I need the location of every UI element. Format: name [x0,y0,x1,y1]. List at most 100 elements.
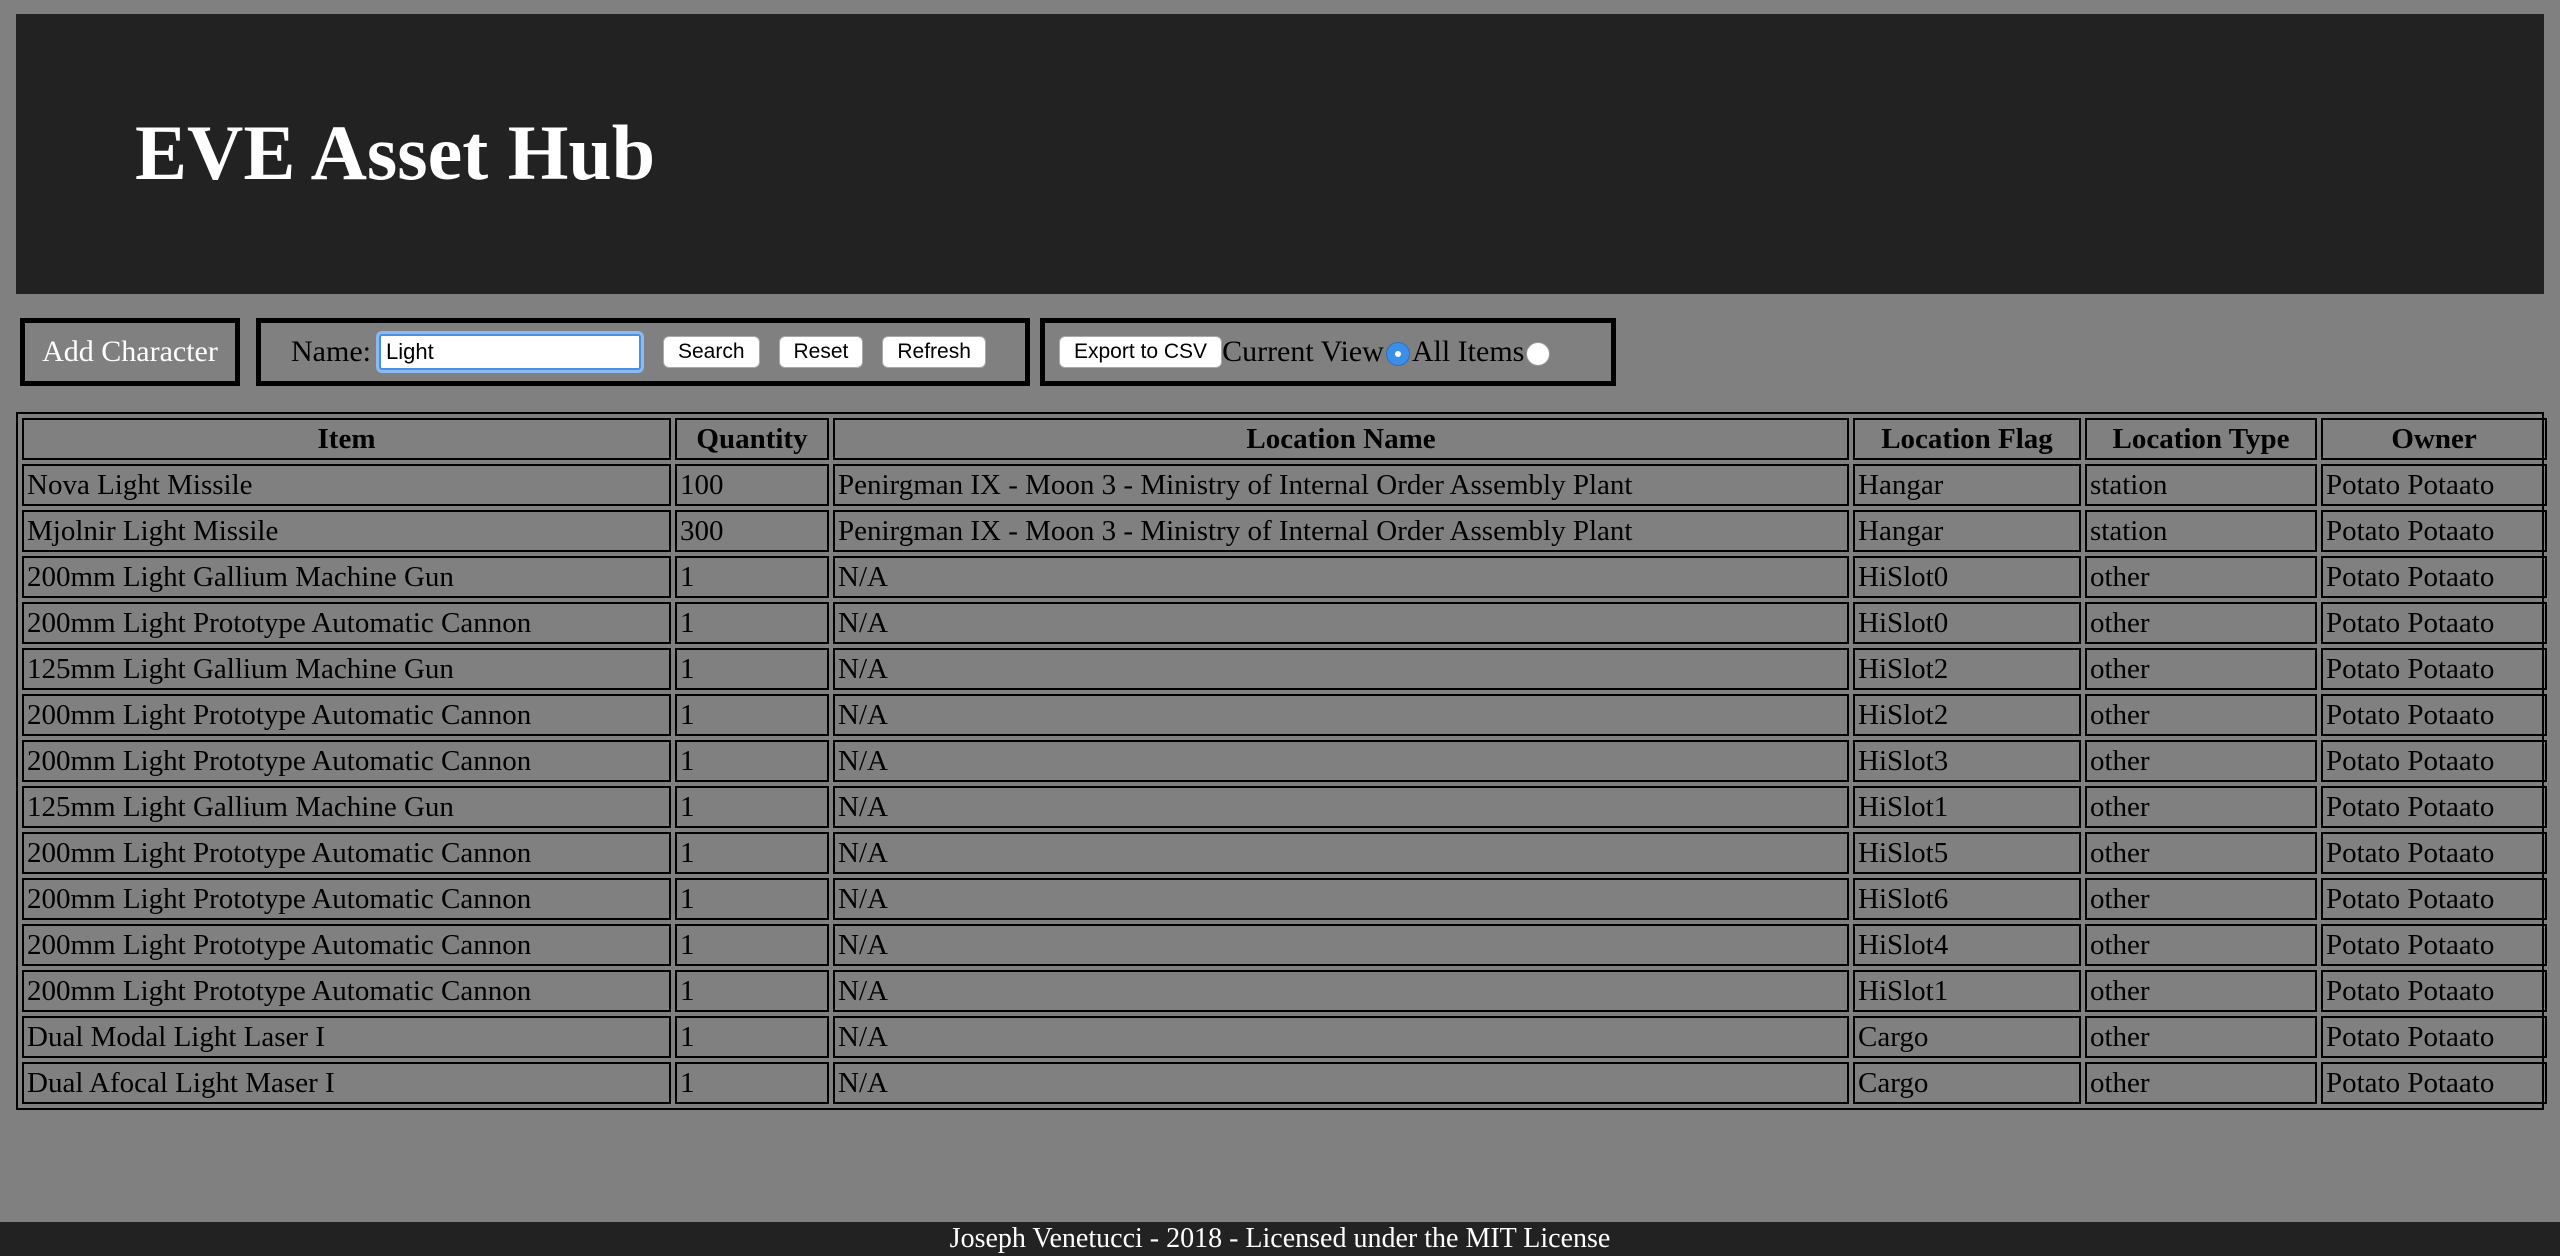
cell-location-type: other [2085,786,2317,828]
cell-owner: Potato Potaato [2321,878,2547,920]
cell-location-name: Penirgman IX - Moon 3 - Ministry of Inte… [833,464,1849,506]
cell-location-type: other [2085,694,2317,736]
add-character-button[interactable]: Add Character [20,318,240,386]
cell-location-type: other [2085,648,2317,690]
current-view-radio[interactable] [1385,342,1410,366]
cell-location-name: N/A [833,832,1849,874]
cell-quantity: 300 [675,510,829,552]
site-header: EVE Asset Hub [16,14,2544,294]
cell-owner: Potato Potaato [2321,602,2547,644]
cell-location-name: N/A [833,970,1849,1012]
search-button[interactable]: Search [662,336,760,368]
cell-location-flag: HiSlot1 [1853,786,2081,828]
cell-location-type: other [2085,924,2317,966]
table-row: 200mm Light Prototype Automatic Cannon 1 N… [22,970,2547,1012]
refresh-button[interactable]: Refresh [882,336,986,368]
cell-owner: Potato Potaato [2321,648,2547,690]
cell-item: 200mm Light Prototype Automatic Cannon [22,602,671,644]
table-row: 200mm Light Prototype Automatic Cannon 1 N… [22,832,2547,874]
cell-item: 200mm Light Prototype Automatic Cannon [22,740,671,782]
column-header-location-flag[interactable]: Location Flag [1853,418,2081,460]
cell-owner: Potato Potaato [2321,786,2547,828]
export-csv-button[interactable]: Export to CSV [1059,336,1223,368]
table-row: 125mm Light Gallium Machine Gun 1 N/A HiSlo… [22,786,2547,828]
page-title: EVE Asset Hub [135,109,656,196]
cell-location-name: N/A [833,786,1849,828]
cell-location-name: N/A [833,556,1849,598]
cell-item: 200mm Light Gallium Machine Gun [22,556,671,598]
cell-owner: Potato Potaato [2321,1016,2547,1058]
cell-item: 200mm Light Prototype Automatic Cannon [22,694,671,736]
cell-owner: Potato Potaato [2321,740,2547,782]
column-header-owner[interactable]: Owner [2321,418,2547,460]
table-row: 125mm Light Gallium Machine Gun 1 N/A HiSlo… [22,648,2547,690]
cell-owner: Potato Potaato [2321,464,2547,506]
cell-location-name: N/A [833,924,1849,966]
cell-location-type: station [2085,464,2317,506]
cell-owner: Potato Potaato [2321,1062,2547,1104]
cell-location-flag: HiSlot5 [1853,832,2081,874]
assets-table-container: Item Quantity Location Name Location Fla… [16,412,2547,1110]
cell-item: Dual Modal Light Laser I [22,1016,671,1058]
cell-item: Mjolnir Light Missile [22,510,671,552]
cell-location-type: other [2085,1016,2317,1058]
table-row: 200mm Light Prototype Automatic Cannon 1 N… [22,878,2547,920]
table-row: Dual Afocal Light Maser I 1 N/A Cargo other P… [22,1062,2547,1104]
table-row: Nova Light Missile 100 Penirgman IX - Moon… [22,464,2547,506]
cell-location-type: other [2085,970,2317,1012]
cell-quantity: 1 [675,556,829,598]
cell-quantity: 1 [675,878,829,920]
cell-location-flag: HiSlot2 [1853,694,2081,736]
name-label: Name: [291,335,371,368]
reset-button[interactable]: Reset [778,336,864,368]
cell-location-flag: HiSlot2 [1853,648,2081,690]
cell-item: 125mm Light Gallium Machine Gun [22,786,671,828]
cell-location-type: other [2085,832,2317,874]
footer: Joseph Venetucci - 2018 - Licensed under… [0,1222,2560,1256]
cell-item: Dual Afocal Light Maser I [22,1062,671,1104]
cell-location-name: Penirgman IX - Moon 3 - Ministry of Inte… [833,510,1849,552]
search-panel: Name: Search Reset Refresh [256,318,1030,386]
column-header-quantity[interactable]: Quantity [675,418,829,460]
column-header-item[interactable]: Item [22,418,671,460]
cell-location-type: station [2085,510,2317,552]
all-items-radio[interactable] [1526,342,1551,366]
cell-location-type: other [2085,878,2317,920]
cell-item: 200mm Light Prototype Automatic Cannon [22,832,671,874]
column-header-location-name[interactable]: Location Name [833,418,1849,460]
table-row: 200mm Light Prototype Automatic Cannon 1 N… [22,740,2547,782]
cell-location-name: N/A [833,878,1849,920]
column-header-location-type[interactable]: Location Type [2085,418,2317,460]
table-header-row: Item Quantity Location Name Location Fla… [22,418,2547,460]
table-row: 200mm Light Prototype Automatic Cannon 1 N… [22,694,2547,736]
cell-location-flag: Hangar [1853,464,2081,506]
name-search-input[interactable] [378,334,641,370]
cell-item: Nova Light Missile [22,464,671,506]
table-row: Mjolnir Light Missile 300 Penirgman IX - M… [22,510,2547,552]
cell-owner: Potato Potaato [2321,694,2547,736]
cell-location-type: other [2085,740,2317,782]
cell-location-flag: HiSlot3 [1853,740,2081,782]
cell-location-type: other [2085,556,2317,598]
cell-item: 200mm Light Prototype Automatic Cannon [22,878,671,920]
cell-location-name: N/A [833,648,1849,690]
cell-quantity: 1 [675,694,829,736]
cell-owner: Potato Potaato [2321,924,2547,966]
table-row: Dual Modal Light Laser I 1 N/A Cargo other Po… [22,1016,2547,1058]
cell-quantity: 1 [675,924,829,966]
cell-location-flag: HiSlot6 [1853,878,2081,920]
cell-location-type: other [2085,602,2317,644]
cell-location-flag: HiSlot0 [1853,602,2081,644]
cell-quantity: 1 [675,832,829,874]
cell-quantity: 1 [675,1016,829,1058]
cell-location-name: N/A [833,602,1849,644]
table-row: 200mm Light Gallium Machine Gun 1 N/A HiSlo… [22,556,2547,598]
cell-quantity: 1 [675,602,829,644]
cell-quantity: 1 [675,1062,829,1104]
cell-quantity: 1 [675,970,829,1012]
cell-location-flag: Cargo [1853,1062,2081,1104]
all-items-label: All Items [1411,335,1525,368]
export-panel: Export to CSV Current View All Items [1040,318,1616,386]
cell-location-flag: HiSlot4 [1853,924,2081,966]
cell-location-name: N/A [833,740,1849,782]
